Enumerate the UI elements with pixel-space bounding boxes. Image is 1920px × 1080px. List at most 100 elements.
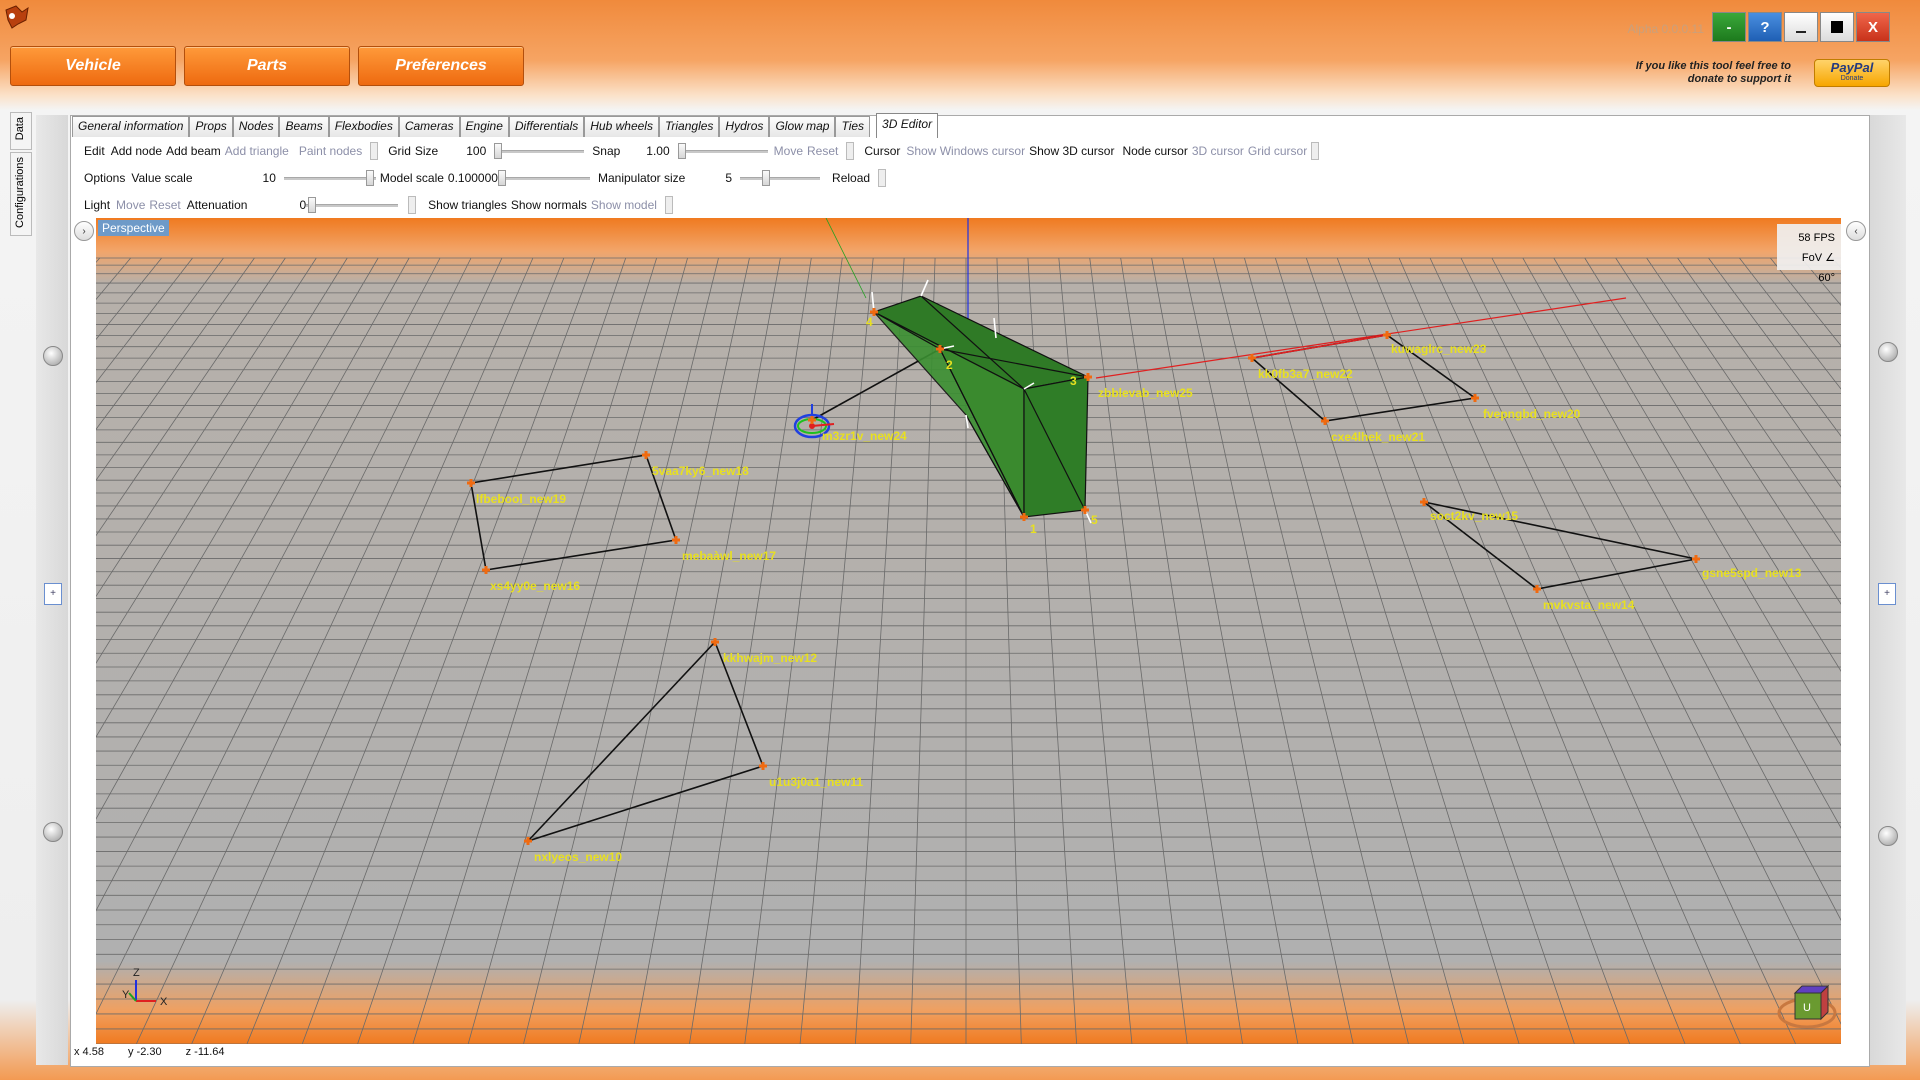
node-label: kkhwajm_new12 (723, 651, 817, 665)
reload-button[interactable]: Reload (830, 171, 872, 185)
view-mode-label[interactable]: Perspective (98, 220, 169, 236)
manipulator-size-value: 5 (725, 171, 733, 185)
tab-differentials[interactable]: Differentials (508, 116, 585, 137)
grid-label: Grid (388, 144, 411, 158)
fov-readout: FoV ∠ 60° (1801, 252, 1835, 284)
green-action-button[interactable]: - (1712, 12, 1746, 42)
grid-size-slider[interactable] (494, 142, 585, 160)
node-label: m3zr1v_new24 (822, 429, 907, 443)
tab-triangles[interactable]: Triangles (658, 116, 720, 137)
add-beam-button[interactable]: Add beam (164, 144, 223, 158)
tab-props[interactable]: Props (189, 116, 233, 137)
tab-cameras[interactable]: Cameras (398, 116, 460, 137)
toolbar-row-3: Light Move Reset Attenuation 0 Show tria… (84, 195, 679, 215)
toolbar-row-2: Options Value scale 10 Model scale 0.100… (84, 168, 892, 188)
left-splitter-knob-top[interactable] (43, 346, 63, 366)
grid-cursor-button[interactable]: Grid cursor (1246, 144, 1309, 158)
3d-cursor-button[interactable]: 3D cursor (1190, 144, 1246, 158)
edit-label: Edit (84, 144, 105, 158)
help-button[interactable]: ? (1748, 12, 1782, 42)
side-tab-data-label: Data (14, 117, 26, 141)
show-model-button[interactable]: Show model (589, 198, 659, 212)
maximize-icon (1831, 21, 1843, 33)
paint-nodes-button[interactable]: Paint nodes (297, 144, 364, 158)
donate-line-2: donate to support it (1687, 73, 1791, 85)
show-3d-cursor-button[interactable]: Show 3D cursor (1027, 144, 1116, 158)
grid-move-button[interactable]: Move (772, 144, 805, 158)
paypal-label: PayPal (1830, 60, 1874, 75)
main-tab-preferences[interactable]: Preferences (358, 46, 524, 86)
close-button[interactable]: X (1856, 12, 1890, 42)
node-label: cxe4lhek_new21 (1331, 430, 1425, 444)
toolbar-gripper (408, 196, 417, 214)
viewport-expand-left-button[interactable]: › (74, 221, 94, 241)
tab-general-information[interactable]: General information (72, 116, 190, 137)
right-splitter-knob-top[interactable] (1878, 342, 1898, 362)
axis-label-z: Z (133, 967, 140, 979)
maximize-button[interactable] (1820, 12, 1854, 42)
coord-y: y -2.30 (127, 1046, 162, 1058)
toolbar-gripper (878, 169, 887, 187)
manipulator-size-label: Manipulator size (597, 171, 686, 185)
attenuation-label: Attenuation (186, 198, 248, 212)
light-label: Light (84, 198, 111, 212)
box-vertex-label: 4 (866, 315, 873, 329)
side-tab-data[interactable]: Data (10, 112, 32, 150)
snap-label: Snap (592, 144, 621, 158)
version-label: Alpha 0.0.0.11 (1627, 22, 1704, 36)
right-splitter-knob-bottom[interactable] (1878, 826, 1898, 846)
tab-flexbodies[interactable]: Flexbodies (328, 116, 399, 137)
size-value: 100 (466, 144, 487, 158)
value-scale-slider[interactable] (283, 169, 376, 187)
tab-hub-wheels[interactable]: Hub wheels (584, 116, 659, 137)
main-tab-parts[interactable]: Parts (184, 46, 350, 86)
box-vertex-label: 3 (1070, 374, 1077, 388)
fps-overlay: 58 FPS FoV ∠ 60° (1777, 224, 1841, 284)
left-expand-button[interactable]: + (44, 583, 62, 605)
left-splitter-knob-bottom[interactable] (43, 822, 63, 842)
value-scale-value: 10 (262, 171, 276, 185)
tab-beams[interactable]: Beams (279, 116, 329, 137)
options-label: Options (84, 171, 126, 185)
tab-glow-map[interactable]: Glow map (769, 116, 836, 137)
attenuation-slider[interactable] (306, 196, 399, 214)
light-move-button[interactable]: Move (114, 198, 147, 212)
donate-text: If you like this tool feel free to donat… (1636, 60, 1791, 86)
model-scale-slider[interactable] (497, 169, 590, 187)
3d-viewport[interactable]: lfbebool_new19 5vaa7ky6_new18 mebaàwl_new1… (96, 218, 1841, 1044)
node-label: mvkvsta_new14 (1543, 598, 1635, 612)
minimize-icon (1796, 31, 1806, 33)
paypal-donate-button[interactable]: PayPal Donate (1814, 59, 1890, 87)
cube-letter: U (1803, 1002, 1811, 1014)
light-reset-button[interactable]: Reset (147, 198, 182, 212)
minimize-button[interactable] (1784, 12, 1818, 42)
show-windows-cursor-button[interactable]: Show Windows cursor (904, 144, 1027, 158)
node-label: kuwaglrc_new23 (1391, 342, 1487, 356)
tab-nodes[interactable]: Nodes (232, 116, 280, 137)
node-label: lfbebool_new19 (476, 492, 566, 506)
viewport-expand-right-button[interactable]: ‹ (1846, 221, 1866, 241)
grid-reset-button[interactable]: Reset (805, 144, 840, 158)
node-label: gsne5spd_new13 (1702, 566, 1802, 580)
tab-ties[interactable]: Ties (835, 116, 871, 137)
coord-x: x 4.58 (74, 1046, 104, 1058)
app-logo (5, 5, 29, 29)
node-cursor-button[interactable]: Node cursor (1120, 144, 1189, 158)
right-expand-button[interactable]: + (1878, 583, 1896, 605)
snap-slider[interactable] (677, 142, 768, 160)
show-normals-button[interactable]: Show normals (509, 198, 589, 212)
main-tab-vehicle[interactable]: Vehicle (10, 46, 176, 86)
add-node-button[interactable]: Add node (109, 144, 164, 158)
show-triangles-button[interactable]: Show triangles (426, 198, 509, 212)
box-vertex-label: 5 (1091, 513, 1098, 527)
tab-engine[interactable]: Engine (459, 116, 509, 137)
coord-z: z -11.64 (185, 1046, 225, 1058)
fps-counter: 58 FPS (1798, 232, 1835, 244)
manipulator-size-slider[interactable] (740, 169, 821, 187)
add-triangle-button[interactable]: Add triangle (223, 144, 291, 158)
tab-3d-editor[interactable]: 3D Editor (876, 113, 939, 138)
node-label: xs4yy0e_new16 (490, 579, 580, 593)
tab-hydros[interactable]: Hydros (719, 116, 770, 137)
side-tab-configurations[interactable]: Configurations (10, 152, 32, 236)
donate-line-1: If you like this tool feel free to (1635, 60, 1791, 72)
